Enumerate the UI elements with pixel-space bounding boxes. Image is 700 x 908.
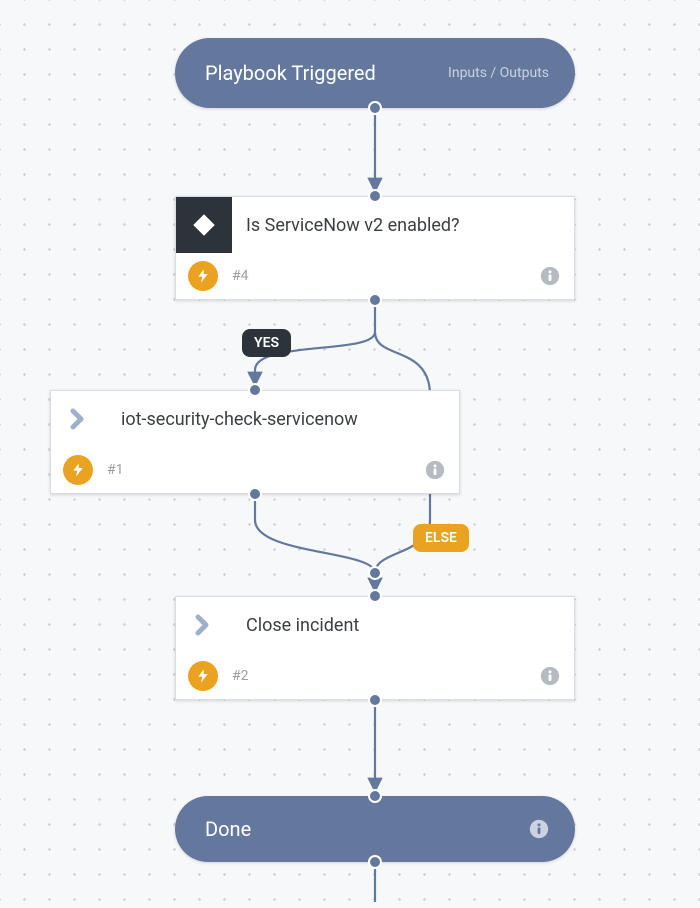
condition-node[interactable]: Is ServiceNow v2 enabled? #4 <box>175 196 575 300</box>
port <box>368 566 382 580</box>
branch-label-yes[interactable]: YES <box>242 329 291 357</box>
task-node-1[interactable]: iot-security-check-servicenow #1 <box>50 390 460 494</box>
end-title: Done <box>205 817 251 841</box>
port <box>368 693 382 707</box>
port <box>368 855 382 869</box>
port <box>368 293 382 307</box>
start-title: Playbook Triggered <box>205 61 376 85</box>
port <box>248 383 262 397</box>
info-icon[interactable] <box>540 666 560 686</box>
task1-title: iot-security-check-servicenow <box>121 409 358 430</box>
info-icon[interactable] <box>529 819 549 839</box>
branch-label-else[interactable]: ELSE <box>413 524 469 552</box>
port <box>368 101 382 115</box>
condition-title: Is ServiceNow v2 enabled? <box>246 215 460 236</box>
inputs-outputs-link[interactable]: Inputs / Outputs <box>448 65 549 81</box>
card-header: iot-security-check-servicenow <box>51 391 459 447</box>
task2-title: Close incident <box>246 615 359 636</box>
playbook-canvas[interactable]: Playbook Triggered Inputs / Outputs Is S… <box>0 0 700 908</box>
task-number: #2 <box>232 668 249 684</box>
chevron-icon <box>51 391 107 447</box>
card-header: Close incident <box>176 597 574 653</box>
end-node[interactable]: Done <box>175 796 575 862</box>
port <box>368 189 382 203</box>
port <box>368 789 382 803</box>
info-icon[interactable] <box>425 460 445 480</box>
info-icon[interactable] <box>540 266 560 286</box>
task-node-2[interactable]: Close incident #2 <box>175 596 575 700</box>
card-header: Is ServiceNow v2 enabled? <box>176 197 574 253</box>
start-node[interactable]: Playbook Triggered Inputs / Outputs <box>175 38 575 108</box>
port <box>248 487 262 501</box>
diamond-icon <box>176 197 232 253</box>
bolt-icon <box>63 455 93 485</box>
task-number: #4 <box>232 268 249 284</box>
chevron-icon <box>176 597 232 653</box>
bolt-icon <box>188 661 218 691</box>
bolt-icon <box>188 261 218 291</box>
task-number: #1 <box>107 462 124 478</box>
port <box>368 589 382 603</box>
